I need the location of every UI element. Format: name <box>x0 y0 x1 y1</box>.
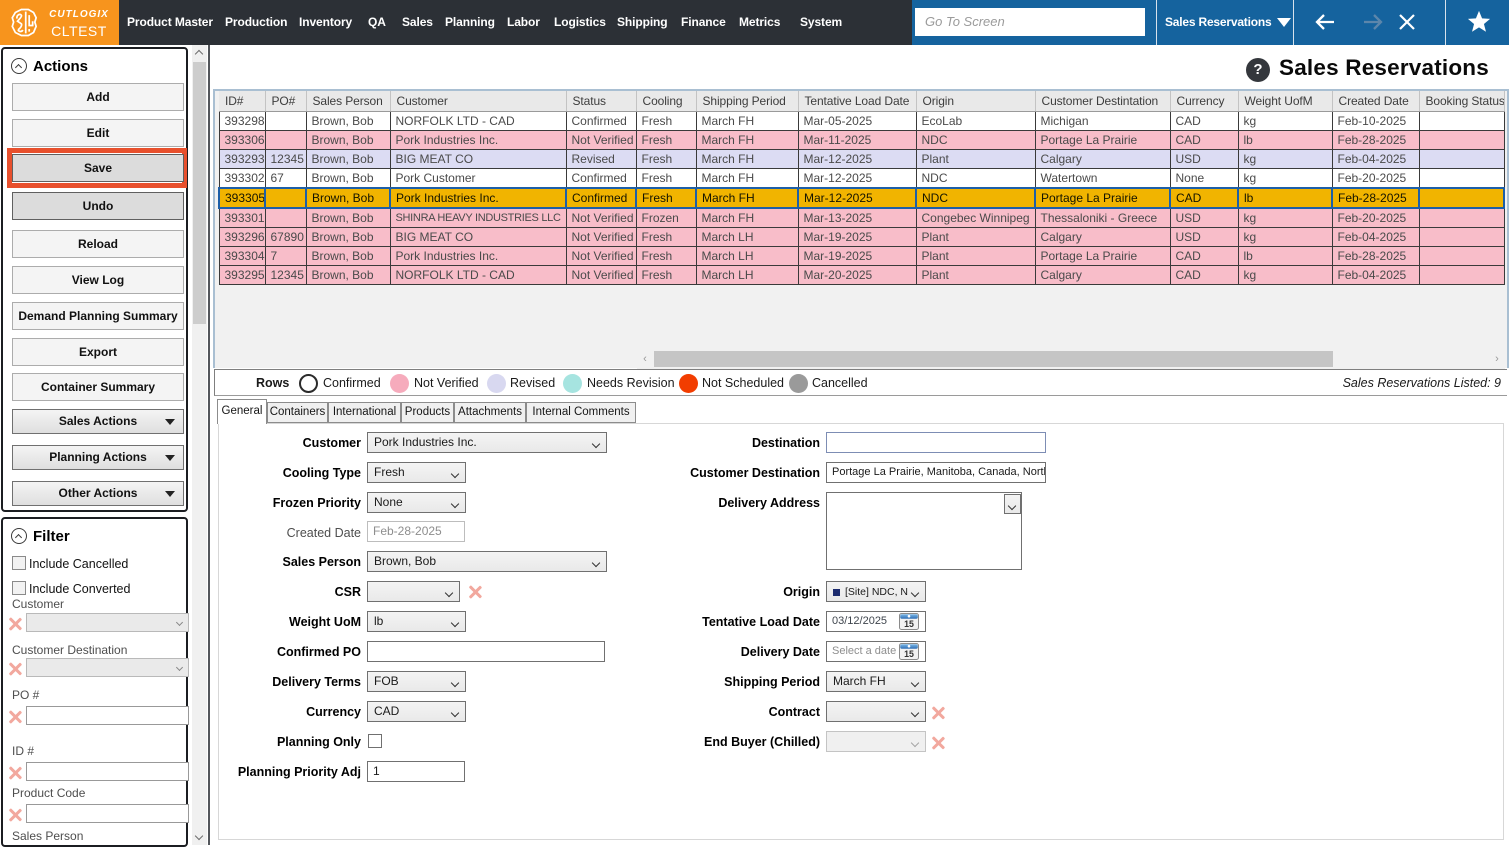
svg-text:15: 15 <box>904 619 914 629</box>
svg-text:15: 15 <box>904 649 914 659</box>
